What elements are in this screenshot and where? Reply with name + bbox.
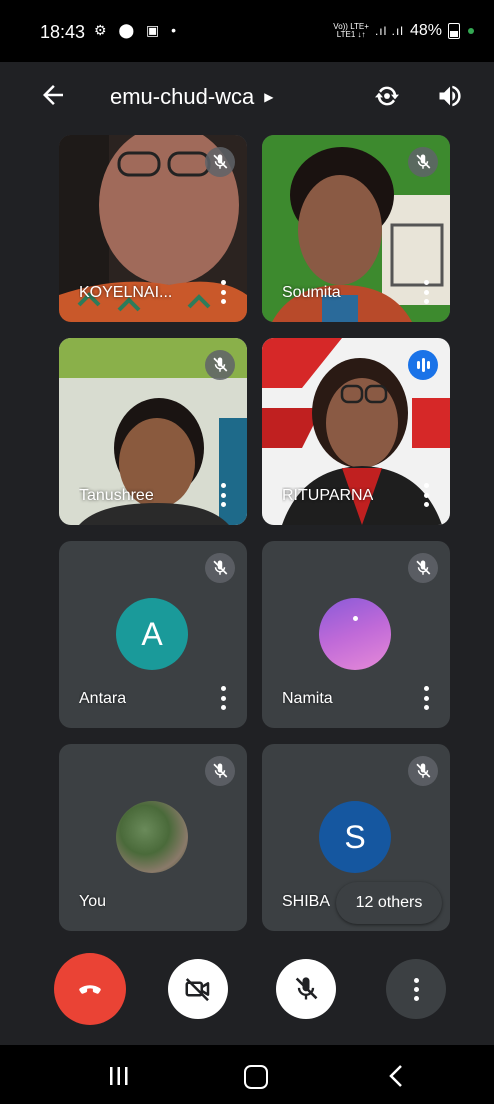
avatar	[319, 598, 391, 670]
network-bottom: LTE1 ↓↑	[336, 30, 366, 39]
status-time: 18:43	[40, 22, 86, 42]
hang-up-button[interactable]	[54, 953, 126, 1025]
mic-off-icon	[205, 350, 235, 380]
more-vertical-icon	[413, 977, 419, 1001]
status-right: Vo)) LTE+ LTE1 ↓↑ .ıl .ıl 48%	[333, 22, 474, 40]
mic-toggle-button[interactable]	[276, 959, 336, 1019]
battery-icon	[448, 23, 460, 39]
speaking-indicator-icon	[408, 350, 438, 380]
arrow-left-icon[interactable]	[38, 80, 68, 110]
participant-name: SHIBA	[282, 893, 331, 910]
home-icon[interactable]	[244, 1065, 268, 1089]
status-bar: 18:43 ⚙ ⬤ ▣ • Vo)) LTE+ LTE1 ↓↑ .ıl .ıl …	[0, 0, 494, 62]
more-vertical-icon[interactable]	[219, 280, 227, 304]
others-chip[interactable]: 12 others	[336, 882, 442, 924]
call-controls	[0, 945, 494, 1045]
participant-tile[interactable]: Tanushree	[59, 338, 247, 525]
participant-name: You	[79, 893, 106, 910]
system-nav-bar	[0, 1045, 494, 1104]
more-vertical-icon[interactable]	[219, 483, 227, 507]
more-vertical-icon[interactable]	[219, 686, 227, 710]
mic-off-icon	[408, 756, 438, 786]
participant-tile[interactable]: Soumita	[262, 135, 450, 322]
speaker-icon[interactable]	[436, 82, 464, 110]
meeting-title-button[interactable]: emu-chud-wca ▶	[110, 84, 274, 110]
participant-name: Antara	[79, 690, 127, 707]
participant-name: RITUPARNA	[282, 487, 374, 504]
camera-toggle-button[interactable]	[168, 959, 228, 1019]
back-icon[interactable]	[386, 1063, 406, 1096]
notification-icons: ⚙ ⬤ ▣ •	[94, 22, 181, 38]
more-vertical-icon[interactable]	[422, 280, 430, 304]
avatar	[116, 801, 188, 873]
participant-tile[interactable]: You	[59, 744, 247, 931]
mic-off-icon	[205, 147, 235, 177]
privacy-dot-icon	[468, 28, 474, 34]
more-vertical-icon[interactable]	[422, 686, 430, 710]
more-vertical-icon[interactable]	[422, 483, 430, 507]
mic-off-icon	[205, 553, 235, 583]
camera-off-icon	[185, 978, 210, 1002]
participant-name: KOYELNAI...	[79, 284, 173, 301]
participant-tile[interactable]: RITUPARNA	[262, 338, 450, 525]
participant-name: Soumita	[282, 284, 341, 301]
avatar: A	[116, 598, 188, 670]
mic-off-icon	[408, 553, 438, 583]
avatar: S	[319, 801, 391, 873]
battery-level: 48%	[409, 22, 442, 39]
participant-tile[interactable]: Namita	[262, 541, 450, 728]
caret-right-icon: ▶	[264, 90, 274, 104]
mic-off-icon	[295, 977, 318, 1000]
mic-off-icon	[205, 756, 235, 786]
signal-icon: .ıl .ıl	[374, 24, 404, 38]
network-indicator: Vo)) LTE+ LTE1 ↓↑	[333, 23, 369, 39]
participant-tile[interactable]: A Antara	[59, 541, 247, 728]
meeting-code: emu-chud-wca	[110, 84, 255, 109]
switch-camera-icon[interactable]	[371, 80, 403, 112]
mic-off-icon	[408, 147, 438, 177]
participant-tile[interactable]: KOYELNAI...	[59, 135, 247, 322]
more-options-button[interactable]	[386, 959, 446, 1019]
meeting-header: emu-chud-wca ▶	[0, 62, 494, 134]
recents-icon[interactable]	[108, 1065, 130, 1092]
participant-name: Namita	[282, 690, 333, 707]
participant-name: Tanushree	[79, 487, 154, 504]
hang-up-icon	[79, 985, 101, 994]
